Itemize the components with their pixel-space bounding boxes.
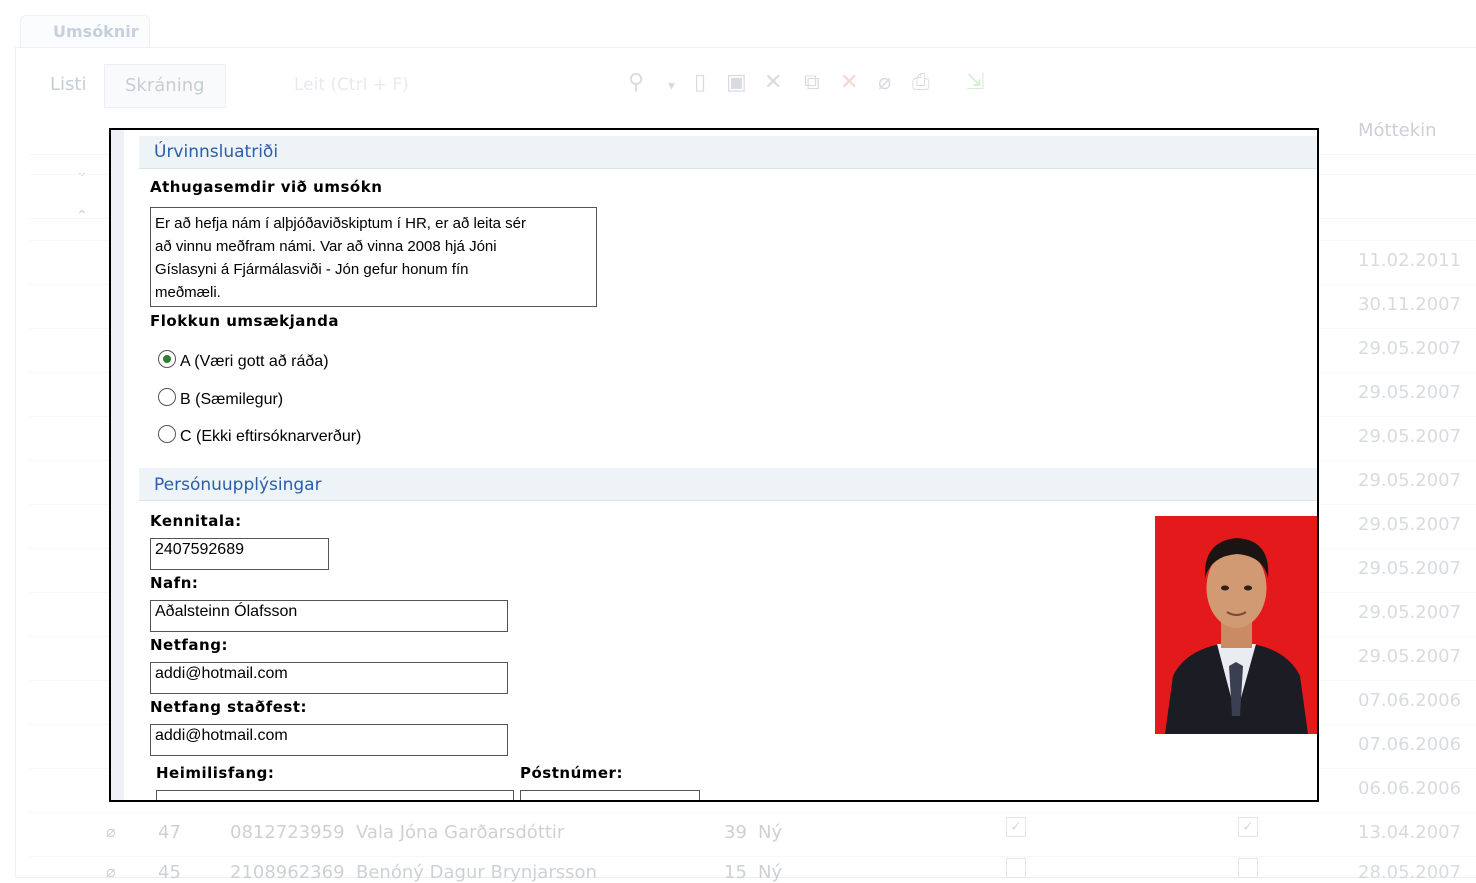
row-checkbox[interactable] [1006,858,1026,878]
row-kennitala: 0812723959 [230,822,345,843]
netfang-label: Netfang: [150,636,228,654]
binoculars-icon[interactable]: ⚲ [628,70,644,95]
new-document-icon[interactable]: ▯ [694,70,706,95]
attach-icon[interactable]: ⌀ [106,862,116,881]
application-detail-popup: Úrvinnsluatriði Athugasemdir við umsókn … [109,128,1319,802]
radio-label: B (Sæmilegur) [180,391,284,408]
postnumer-label: Póstnúmer: [520,764,623,782]
radio-option-b[interactable]: B (Sæmilegur) [158,388,283,409]
applicant-photo [1155,516,1317,734]
date-cell: 29.05.2007 [1358,382,1462,403]
row-nr: 47 [158,822,181,843]
netfang-confirm-label: Netfang staðfest: [150,698,308,716]
date-cell: 29.05.2007 [1358,338,1462,359]
collapse-icon[interactable]: ⌃ [76,208,88,224]
heimilisfang-label: Heimilisfang: [156,764,275,782]
section-title-processing: Úrvinnsluatriði [154,142,279,162]
nafn-label: Nafn: [150,574,199,592]
date-cell: 29.05.2007 [1358,426,1462,447]
row-nr: 45 [158,862,181,883]
date-cell: 29.05.2007 [1358,558,1462,579]
applicant-photo-svg [1155,516,1317,734]
export-icon[interactable]: ⇲ [966,70,984,95]
search-input[interactable]: Leit (Ctrl + F) [288,68,634,102]
section-title-personal: Persónuupplýsingar [154,475,322,495]
row-nafn: Benóný Dagur Brynjarsson [356,862,597,883]
attach-icon[interactable]: ⌀ [878,70,891,95]
kennitala-field[interactable]: 2407592689 [150,538,329,570]
comment-line: meðmæli. [155,284,221,301]
comments-textarea[interactable]: Er að hefja nám í alþjóðaviðskiptum í HR… [150,207,597,307]
section-header-processing [139,136,1317,169]
row-aldur: 15 [724,862,747,883]
row-checkbox[interactable]: ✓ [1238,817,1258,837]
row-checkbox[interactable] [1238,858,1258,878]
comment-line: Gíslasyni á Fjármálasviði - Jón gefur ho… [155,261,469,278]
radio-icon[interactable] [158,388,176,406]
comment-line: að vinnu meðfram námi. Var að vinna 2008… [155,238,497,255]
row-aldur: 39 [724,822,747,843]
date-cell: 29.05.2007 [1358,470,1462,491]
radio-icon[interactable] [158,425,176,443]
radio-selected-icon[interactable] [158,350,176,368]
radio-label: C (Ekki eftirsóknarverður) [180,428,362,445]
radio-label: A (Væri gott að ráða) [180,353,329,370]
window-tab[interactable]: Umsóknir [20,15,150,48]
delete-icon[interactable]: ✕ [840,70,858,95]
popup-content: Úrvinnsluatriði Athugasemdir við umsókn … [111,130,1317,800]
date-cell: 29.05.2007 [1358,646,1462,667]
postnumer-field[interactable] [520,790,700,800]
row-nafn: Vala Jóna Garðarsdóttir [356,822,565,843]
comments-label: Athugasemdir við umsókn [150,178,383,196]
date-cell: 06.06.2006 [1358,778,1462,799]
print-icon[interactable]: ⎙ [912,70,930,95]
expand-icon[interactable]: ⌄ [76,164,88,180]
nafn-field[interactable]: Aðalsteinn Ólafsson [150,600,508,632]
heimilisfang-field[interactable] [156,790,514,800]
netfang-field[interactable]: addi@hotmail.com [150,662,508,694]
kennitala-label: Kennitala: [150,512,242,530]
save-icon[interactable]: ▣ [726,70,747,95]
date-cell: 29.05.2007 [1358,514,1462,535]
radio-option-c[interactable]: C (Ekki eftirsóknarverður) [158,425,361,446]
tab-listi[interactable]: Listi [30,64,106,106]
column-header-mottekin[interactable]: Móttekin [1358,120,1437,141]
netfang-confirm-field[interactable]: addi@hotmail.com [150,724,508,756]
chevron-down-icon[interactable]: ▾ [668,78,675,94]
date-cell: 11.02.2011 [1358,250,1462,271]
row-kennitala: 2108962369 [230,862,345,883]
tab-skraning[interactable]: Skráning [104,64,226,108]
radio-option-a[interactable]: A (Væri gott að ráða) [158,350,329,371]
date-cell: 13.04.2007 [1358,822,1462,843]
row-checkbox[interactable]: ✓ [1006,817,1026,837]
comment-line: Er að hefja nám í alþjóðaviðskiptum í HR… [155,215,527,232]
cut-icon[interactable]: ✕ [764,70,782,95]
classification-label: Flokkun umsækjanda [150,312,339,330]
row-stada: Ný [758,862,783,883]
date-cell: 07.06.2006 [1358,690,1462,711]
date-cell: 29.05.2007 [1358,602,1462,623]
date-cell: 30.11.2007 [1358,294,1462,315]
date-cell: 07.06.2006 [1358,734,1462,755]
row-stada: Ný [758,822,783,843]
copy-icon[interactable]: ⧉ [804,70,820,95]
attach-icon[interactable]: ⌀ [106,822,116,841]
date-cell: 28.05.2007 [1358,862,1462,883]
